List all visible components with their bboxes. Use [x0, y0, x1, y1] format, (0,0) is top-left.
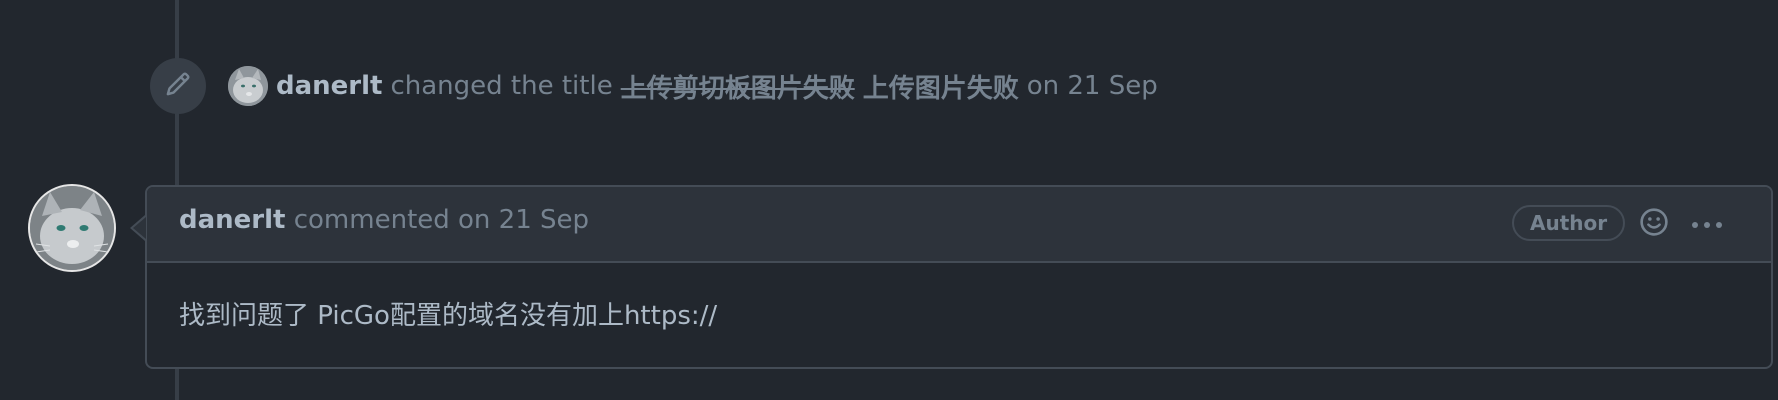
event-badge: [150, 58, 206, 114]
more-options-button[interactable]: [1687, 207, 1727, 241]
event-username[interactable]: danerlt: [276, 71, 382, 101]
add-reaction-button[interactable]: [1637, 207, 1671, 241]
comment-avatar[interactable]: [28, 184, 116, 272]
new-title: 上传图片失败: [862, 73, 1019, 104]
comment-arrow-inner: [133, 217, 146, 239]
author-badge: Author: [1512, 205, 1626, 241]
old-title: 上传剪切板图片失败: [620, 73, 855, 104]
title-change-event: danerlt changed the title 上传剪切板图片失败 上传图片…: [228, 66, 1158, 106]
comment-username[interactable]: danerlt: [179, 205, 285, 235]
pencil-icon: [165, 71, 191, 101]
event-action: changed the title: [390, 71, 613, 101]
comment-box: danerlt commented on 21 Sep Author 找到问题了…: [145, 185, 1773, 369]
comment-header-text: danerlt commented on 21 Sep: [179, 205, 589, 235]
avatar[interactable]: [228, 66, 268, 106]
comment-date[interactable]: commented on 21 Sep: [294, 205, 589, 235]
event-date[interactable]: on 21 Sep: [1027, 71, 1158, 101]
kebab-horizontal-icon: [1690, 215, 1724, 234]
comment-body: 找到问题了 PicGo配置的域名没有加上https://: [179, 301, 718, 331]
comment-header: danerlt commented on 21 Sep Author: [147, 187, 1771, 263]
smiley-icon: [1639, 207, 1669, 241]
